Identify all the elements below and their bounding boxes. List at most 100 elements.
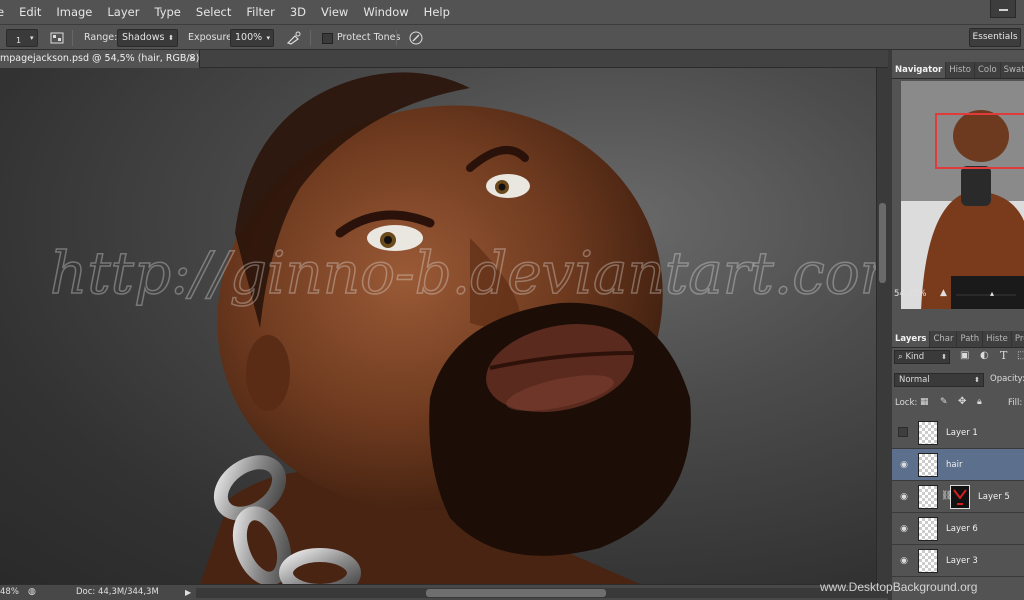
navigator-zoom-value[interactable]: 54,48% <box>894 289 926 299</box>
lock-image-icon[interactable]: ✎ <box>940 397 948 407</box>
range-value: Shadows <box>122 32 165 43</box>
navigator-preview[interactable] <box>901 81 1024 309</box>
search-icon: ⌕ <box>898 352 903 362</box>
menu-select[interactable]: Select <box>188 0 238 24</box>
eye-icon[interactable]: ◉ <box>898 491 910 503</box>
up-down-arrows-icon: ⬍ <box>974 376 980 384</box>
zoom-slider[interactable] <box>956 294 1016 296</box>
menu-window[interactable]: Window <box>355 0 415 24</box>
menu-view[interactable]: View <box>313 0 355 24</box>
layer-mask-thumbnail[interactable] <box>950 485 970 509</box>
layer-row[interactable]: ◉ Layer 3 <box>892 545 1024 577</box>
separator <box>310 30 311 46</box>
document-tab-bar: mpagejackson.psd @ 54,5% (hair, RGB/8) *… <box>0 50 888 68</box>
exposure-value: 100% <box>235 32 263 43</box>
layer-name: Layer 1 <box>946 428 978 438</box>
site-watermark: www.DesktopBackground.org <box>820 580 978 594</box>
navigator-zoom-row: 54,48% ▲ ▴ <box>892 286 1024 302</box>
range-label: Range: <box>84 32 118 43</box>
horizontal-scrollbar[interactable] <box>196 588 888 598</box>
layer-thumbnail <box>918 453 938 477</box>
layer-thumbnail <box>918 485 938 509</box>
menu-3d[interactable]: 3D <box>282 0 313 24</box>
tab-color[interactable]: Colo <box>975 62 1001 78</box>
tab-history[interactable]: Histe <box>983 331 1012 347</box>
eye-icon[interactable]: ◉ <box>898 523 910 535</box>
layer-row[interactable]: ◉ hair <box>892 449 1024 481</box>
tablet-pressure-icon[interactable] <box>406 30 426 46</box>
filter-adjustment-icon[interactable]: ◐ <box>980 350 989 361</box>
layer-thumbnail <box>918 549 938 573</box>
layer-thumbnail <box>918 421 938 445</box>
menu-layer[interactable]: Layer <box>99 0 146 24</box>
up-down-arrows-icon: ⬍ <box>941 353 947 361</box>
filter-shape-icon[interactable]: ⬚ <box>1017 350 1024 361</box>
navigator-panel-tabs: Navigator Histo Colo Swat S <box>892 62 1024 79</box>
zoom-readout[interactable]: 48% <box>0 585 19 600</box>
menu-help[interactable]: Help <box>416 0 457 24</box>
separator <box>72 30 73 46</box>
menu-filter[interactable]: Filter <box>238 0 281 24</box>
range-select[interactable]: Shadows ⬍ <box>117 29 178 47</box>
protect-tones-checkbox[interactable] <box>322 33 333 44</box>
vertical-scrollbar[interactable] <box>876 68 888 584</box>
brush-size-picker[interactable]: 1 ▾ <box>6 29 38 47</box>
info-icon[interactable]: ◍ <box>28 585 36 600</box>
doc-size-readout: Doc: 44,3M/344,3M <box>76 587 159 597</box>
filter-type-icon[interactable]: T <box>1000 349 1007 362</box>
document-tab-title: mpagejackson.psd @ 54,5% (hair, RGB/8) * <box>0 53 200 64</box>
tab-navigator[interactable]: Navigator <box>892 62 947 78</box>
status-bar: 48% ◍ Doc: 44,3M/344,3M ▶ <box>0 584 888 600</box>
eye-icon[interactable]: ◉ <box>898 555 910 567</box>
minimize-window-button[interactable] <box>990 0 1016 18</box>
visibility-toggle[interactable] <box>898 427 908 437</box>
slider-handle-icon[interactable]: ▴ <box>990 286 994 302</box>
lock-transparency-icon[interactable]: ▦ <box>920 397 929 407</box>
brush-size-value: 1 <box>16 36 22 45</box>
fill-label: Fill: <box>1008 398 1023 408</box>
tab-properties[interactable]: Prop <box>1012 331 1024 347</box>
close-icon[interactable]: × <box>188 50 196 67</box>
airbrush-icon[interactable] <box>284 30 304 46</box>
exposure-input[interactable]: 100% ▾ <box>230 29 274 47</box>
layer-filter-select[interactable]: ⌕ Kind ⬍ <box>894 350 950 364</box>
chevron-right-icon[interactable]: ▶ <box>185 585 191 600</box>
lock-all-icon[interactable]: 🔒︎ <box>977 397 982 407</box>
layer-name: Layer 5 <box>978 492 1010 502</box>
menu-file[interactable]: e <box>0 0 11 24</box>
workspace-switcher-button[interactable]: Essentials <box>969 28 1021 47</box>
watermark-text: http://ginno-b.deviantart.com/ <box>50 239 876 307</box>
tab-histogram[interactable]: Histo <box>946 62 975 78</box>
menu-type[interactable]: Type <box>146 0 187 24</box>
up-down-arrows-icon: ⬍ <box>168 34 174 42</box>
tab-paths[interactable]: Path <box>957 331 984 347</box>
brush-panel-toggle-icon[interactable] <box>48 30 66 46</box>
opacity-label: Opacity: <box>990 374 1024 384</box>
separator <box>396 30 397 46</box>
lock-position-icon[interactable]: ✥ <box>958 396 966 407</box>
exposure-label: Exposure: <box>188 32 236 43</box>
filter-pixel-icon[interactable]: ▣ <box>960 350 969 361</box>
lock-label: Lock: <box>895 398 918 408</box>
tab-layers[interactable]: Layers <box>892 331 931 347</box>
layer-row[interactable]: ◉ Layer 6 <box>892 513 1024 545</box>
document-tab[interactable]: mpagejackson.psd @ 54,5% (hair, RGB/8) *… <box>0 50 200 68</box>
artwork: http://ginno-b.deviantart.com/ <box>49 72 876 584</box>
scroll-thumb[interactable] <box>879 203 886 283</box>
zoom-out-icon[interactable]: ▲ <box>940 285 947 301</box>
chevron-down-icon: ▾ <box>30 34 34 42</box>
eye-icon[interactable]: ◉ <box>898 459 910 471</box>
document-canvas[interactable]: http://ginno-b.deviantart.com/ <box>0 68 876 584</box>
layer-name: Layer 3 <box>946 556 978 566</box>
tab-swatches[interactable]: Swat <box>1001 62 1024 78</box>
layer-row[interactable]: Layer 1 <box>892 417 1024 449</box>
layer-row[interactable]: ◉ ⛓︎ Layer 5 <box>892 481 1024 513</box>
tab-character[interactable]: Char <box>930 331 958 347</box>
menu-edit[interactable]: Edit <box>11 0 48 24</box>
navigator-view-frame[interactable] <box>935 113 1024 169</box>
layer-name: Layer 6 <box>946 524 978 534</box>
menu-bar: e Edit Image Layer Type Select Filter 3D… <box>0 0 1024 24</box>
scroll-thumb[interactable] <box>426 589 606 597</box>
blend-mode-select[interactable]: Normal ⬍ <box>894 373 984 387</box>
menu-image[interactable]: Image <box>48 0 99 24</box>
